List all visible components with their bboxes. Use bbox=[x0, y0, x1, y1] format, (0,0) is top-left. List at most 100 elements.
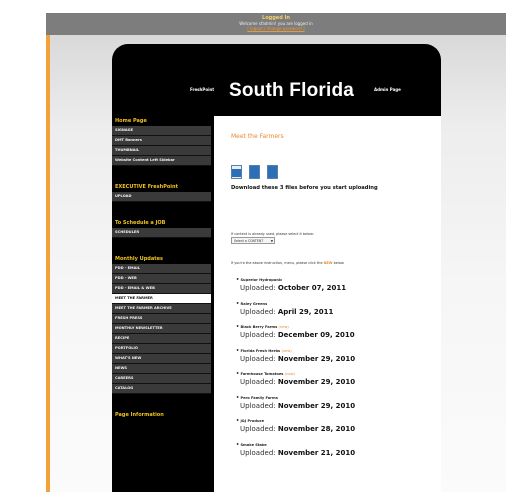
farmer-name: Black Berry Farms bbox=[240, 325, 278, 329]
section-title: Meet the Farmers bbox=[231, 133, 284, 140]
upload-info: Uploaded: November 29, 2010 bbox=[236, 378, 355, 386]
chevron-down-icon: ▼ bbox=[270, 239, 273, 243]
farmer-name-link[interactable]: • Smoke Stake bbox=[236, 441, 355, 449]
uploaded-label: Uploaded: bbox=[240, 448, 276, 457]
sidebar-item-pdd-email-web[interactable]: PDD - EMAIL & WEB bbox=[112, 284, 211, 294]
document-icon[interactable] bbox=[267, 165, 279, 179]
uploaded-label: Uploaded: bbox=[240, 378, 276, 386]
upload-date: November 21, 2010 bbox=[277, 448, 356, 457]
farmer-name-link[interactable]: • J&J Produce bbox=[236, 417, 355, 425]
list-item: • Smoke Stake Uploaded: November 21, 201… bbox=[236, 441, 355, 457]
farmer-name-link[interactable]: • Black Berry Farms (new) bbox=[236, 323, 355, 331]
sidebar-item-whats-new[interactable]: WHAT'S NEW bbox=[112, 354, 211, 364]
upload-date: October 07, 2011 bbox=[277, 284, 347, 292]
sidebar-section-schedule: To Schedule a JOB bbox=[115, 220, 166, 226]
site-banner: FreshPoint South Florida Admin Page bbox=[112, 44, 441, 110]
list-item: • Black Berry Farms (new) Uploaded: Dece… bbox=[236, 323, 355, 339]
sidebar-item-pdd-email[interactable]: PDD - EMAIL bbox=[112, 264, 211, 274]
farmer-name-link[interactable]: • Pero Family Farms bbox=[236, 394, 355, 402]
upload-info: Uploaded: October 07, 2011 bbox=[236, 284, 355, 292]
sidebar-item-scheduler[interactable]: SCHEDULER bbox=[112, 228, 211, 238]
sidebar-section-home: Home Page bbox=[115, 118, 147, 124]
download-instructions: Download these 3 files before you start … bbox=[231, 185, 378, 191]
farmer-name-link[interactable]: • Superior Hydroponic bbox=[236, 276, 355, 284]
sidebar-section-executive: EXECUTIVE FreshPoint bbox=[115, 184, 178, 190]
sidebar-section-page-info: Page Information bbox=[115, 412, 164, 418]
sidebar-item-pdd-web[interactable]: PDD - WEB bbox=[112, 274, 211, 284]
login-status-title: Logged In bbox=[262, 15, 290, 21]
sidebar-item-website-content[interactable]: Website Content Left Sidebar bbox=[112, 156, 211, 166]
list-item: • Pero Family Farms Uploaded: November 2… bbox=[236, 394, 355, 410]
new-badge: (new) bbox=[284, 372, 295, 376]
sidebar-item-meet-the-farmer[interactable]: MEET THE FARMER bbox=[112, 294, 211, 304]
uploaded-label: Uploaded: bbox=[240, 284, 276, 292]
browser-page: Logged In Welcome sfadmin! you are logge… bbox=[0, 0, 509, 492]
page-title: South Florida bbox=[229, 80, 355, 101]
document-icon[interactable] bbox=[231, 165, 242, 179]
new-badge: (new) bbox=[281, 348, 292, 353]
sidebar-item-signage[interactable]: SIGNAGE bbox=[112, 126, 211, 136]
admin-shell: FreshPoint South Florida Admin Page Home… bbox=[112, 44, 441, 492]
uploaded-label: Uploaded: bbox=[240, 354, 276, 363]
upload-info: Uploaded: November 29, 2010 bbox=[236, 355, 355, 363]
uploaded-label: Uploaded: bbox=[240, 401, 276, 410]
sidebar-item-dmt-banners[interactable]: DMT Banners bbox=[112, 136, 211, 146]
sidebar-item-portfolio[interactable]: PORTFOLIO bbox=[112, 344, 211, 354]
uploaded-label: Uploaded: bbox=[240, 307, 276, 316]
select-hint: If content is already used, please selec… bbox=[231, 232, 314, 236]
upload-date: December 09, 2010 bbox=[277, 331, 355, 339]
brand-prefix: FreshPoint bbox=[190, 87, 215, 92]
farmer-name: Florida Fresh Herbs bbox=[240, 348, 281, 353]
farmer-name: Smoke Stake bbox=[240, 442, 267, 447]
admin-sidebar: Home Page SIGNAGE DMT Banners THUMBNAIL … bbox=[112, 116, 211, 420]
list-item: • J&J Produce Uploaded: November 28, 201… bbox=[236, 417, 355, 433]
upload-date: November 29, 2010 bbox=[277, 354, 356, 363]
farmer-name-link[interactable]: • Raley Greens bbox=[236, 300, 355, 308]
logout-link[interactable]: [ logout / change password ] bbox=[46, 26, 506, 31]
template-downloads bbox=[231, 164, 280, 181]
main-content: Meet the Farmers Download these 3 files … bbox=[214, 116, 441, 492]
upload-hint: If you're the above instruction, menu, p… bbox=[231, 261, 344, 265]
uploaded-label: Uploaded: bbox=[240, 425, 276, 433]
document-icon[interactable] bbox=[249, 165, 261, 179]
farmer-name: Pero Family Farms bbox=[240, 395, 278, 400]
upload-date: November 29, 2010 bbox=[277, 401, 356, 410]
sidebar-item-careers[interactable]: CAREERS bbox=[112, 374, 211, 384]
upload-info: Uploaded: November 29, 2010 bbox=[236, 402, 355, 410]
farmer-name: Farmhouse Tomatoes bbox=[240, 372, 284, 376]
farmer-name-link[interactable]: • Florida Fresh Herbs (new) bbox=[236, 347, 355, 355]
sidebar-section-monthly: Monthly Updates bbox=[115, 256, 163, 262]
upload-date: November 28, 2010 bbox=[277, 425, 356, 433]
farmer-name-link[interactable]: • Farmhouse Tomatoes (new) bbox=[236, 370, 355, 378]
upload-info: Uploaded: December 09, 2010 bbox=[236, 331, 355, 339]
upload-info: Uploaded: November 28, 2010 bbox=[236, 425, 355, 433]
sidebar-item-recipe[interactable]: RECIPE bbox=[112, 334, 211, 344]
upload-hint-pre: If you're the above instruction, menu, p… bbox=[231, 261, 323, 265]
uploaded-label: Uploaded: bbox=[240, 331, 276, 339]
farmer-name: J&J Produce bbox=[240, 419, 265, 423]
list-item: • Raley Greens Uploaded: April 29, 2011 bbox=[236, 300, 355, 316]
left-accent-stripe bbox=[46, 13, 50, 492]
content-select-value: Select a CONTENT bbox=[234, 239, 264, 243]
upload-info: Uploaded: November 21, 2010 bbox=[236, 449, 355, 457]
list-item: • Florida Fresh Herbs (new) Uploaded: No… bbox=[236, 347, 355, 363]
sidebar-item-newsletter[interactable]: MONTHLY NEWSLETTER bbox=[112, 324, 211, 334]
upload-hint-post: below. bbox=[333, 261, 345, 265]
sidebar-item-fresh-press[interactable]: FRESH PRESS bbox=[112, 314, 211, 324]
new-link[interactable]: NEW bbox=[324, 261, 333, 265]
new-badge: (new) bbox=[278, 325, 289, 329]
farmer-name: Raley Greens bbox=[240, 301, 268, 306]
upload-date: April 29, 2011 bbox=[277, 307, 334, 316]
list-item: • Farmhouse Tomatoes (new) Uploaded: Nov… bbox=[236, 370, 355, 386]
content-select[interactable]: Select a CONTENT ▼ bbox=[231, 237, 275, 244]
upload-info: Uploaded: April 29, 2011 bbox=[236, 308, 355, 316]
sidebar-item-farmer-archive[interactable]: MEET THE FARMER ARCHIVE bbox=[112, 304, 211, 314]
sidebar-item-catalog[interactable]: CATALOG bbox=[112, 384, 211, 394]
brand-suffix: Admin Page bbox=[374, 87, 401, 92]
sidebar-item-upload[interactable]: UPLOAD bbox=[112, 192, 211, 202]
list-item: • Superior Hydroponic Uploaded: October … bbox=[236, 276, 355, 292]
farmer-name: Superior Hydroponic bbox=[240, 278, 283, 282]
sidebar-item-thumbnail[interactable]: THUMBNAIL bbox=[112, 146, 211, 156]
login-status-bar: Logged In Welcome sfadmin! you are logge… bbox=[46, 13, 506, 35]
sidebar-item-news[interactable]: NEWS bbox=[112, 364, 211, 374]
